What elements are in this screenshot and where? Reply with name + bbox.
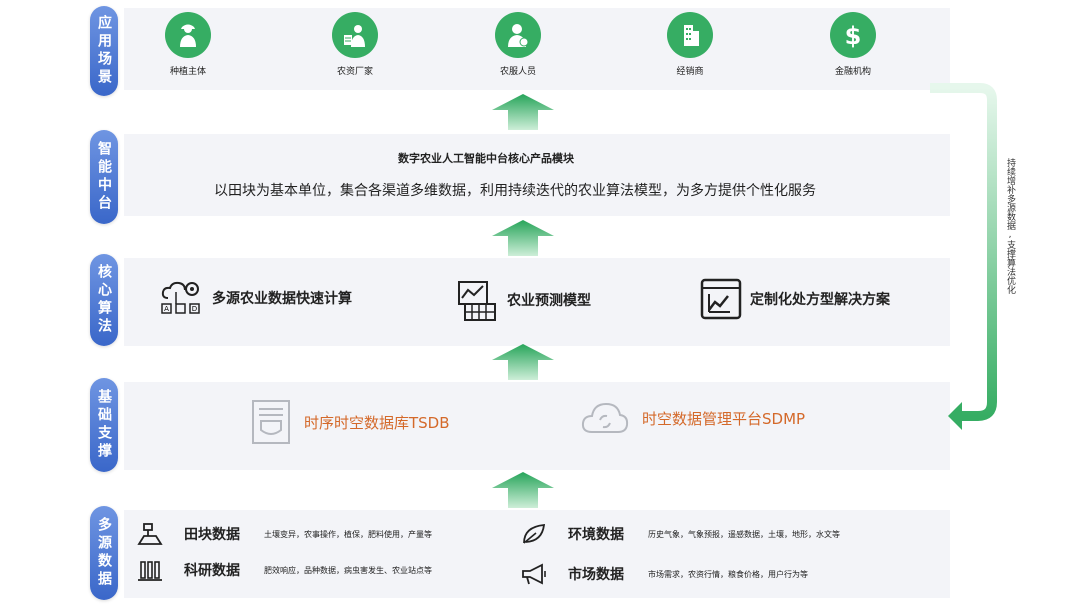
svg-text:D: D bbox=[192, 305, 197, 313]
data-compute-icon: A D bbox=[161, 281, 200, 314]
infrastructure-label: 时空数据管理平台SDMP bbox=[642, 409, 806, 428]
data-source-desc: 历史气象，气象预报，遥感数据，土壤，地形，水文等 bbox=[648, 529, 840, 539]
scenario-label: 农服人员 bbox=[499, 67, 536, 77]
data-source-item: 市场数据 市场需求，农资行情，粮食价格，用户行为等 bbox=[520, 562, 808, 586]
megaphone-icon bbox=[522, 563, 546, 585]
up-arrow bbox=[492, 220, 554, 256]
side-note: 持续增补多源数据,支撑算法优化 bbox=[1005, 158, 1015, 294]
layer-label-infrastructure: 基础支撑 bbox=[90, 378, 118, 472]
up-arrow bbox=[492, 472, 554, 508]
layer-label-application: 应用场景 bbox=[90, 6, 118, 96]
up-arrow bbox=[492, 94, 554, 130]
scenario-label: 种植主体 bbox=[169, 67, 206, 77]
database-icon bbox=[252, 400, 290, 444]
layer-label-core-algorithm: 核心算法 bbox=[90, 254, 118, 346]
scenario-label: 经销商 bbox=[676, 67, 704, 77]
svg-text:$: $ bbox=[845, 22, 862, 49]
scenario-item: 农服人员 bbox=[468, 12, 568, 77]
agri-supplier-icon bbox=[332, 12, 378, 58]
scenario-item: 种植主体 bbox=[138, 12, 238, 77]
data-source-item: 田块数据 土壤变异，农事操作，植保，肥料使用，产量等 bbox=[136, 522, 432, 546]
data-source-desc: 土壤变异，农事操作，植保，肥料使用，产量等 bbox=[264, 529, 432, 539]
infrastructure-item: 时序时空数据库TSDB bbox=[250, 398, 450, 446]
dollar-icon: $ bbox=[830, 12, 876, 58]
service-staff-icon bbox=[495, 12, 541, 58]
data-source-name: 田块数据 bbox=[184, 527, 240, 543]
data-source-item: 环境数据 历史气象，气象预报，遥感数据，土壤，地形，水文等 bbox=[520, 522, 840, 546]
infrastructure-item: 时空数据管理平台SDMP bbox=[580, 398, 805, 438]
leaf-icon bbox=[523, 523, 546, 544]
algorithm-label: 定制化处方型解决方案 bbox=[750, 292, 890, 308]
layer-label-multi-source: 多源数据 bbox=[90, 506, 118, 600]
scenario-label: 农资厂家 bbox=[336, 67, 373, 77]
lab-icon bbox=[138, 561, 162, 581]
data-source-name: 科研数据 bbox=[184, 563, 240, 579]
solution-chart-icon bbox=[700, 278, 742, 320]
cloud-sync-icon bbox=[581, 402, 629, 433]
algorithm-item: 定制化处方型解决方案 bbox=[700, 278, 890, 320]
farmer-icon bbox=[165, 12, 211, 58]
algorithm-item: 农业预测模型 bbox=[455, 278, 591, 322]
data-source-desc: 肥效响应，品种数据，病虫害发生、农业站点等 bbox=[264, 565, 432, 575]
scenario-item: $ 金融机构 bbox=[803, 12, 903, 77]
data-source-name: 市场数据 bbox=[568, 567, 624, 583]
svg-text:A: A bbox=[164, 305, 169, 313]
scenario-item: 经销商 bbox=[640, 12, 740, 77]
middle-platform-description: 以田块为基本单位，集合各渠道多维数据，利用持续迭代的农业算法模型，为多方提供个性… bbox=[214, 183, 816, 199]
prediction-model-icon bbox=[458, 281, 496, 321]
building-icon bbox=[667, 12, 713, 58]
data-source-name: 环境数据 bbox=[568, 527, 624, 543]
layer-label-middle-platform: 智能中台 bbox=[90, 130, 118, 224]
infrastructure-label: 时序时空数据库TSDB bbox=[304, 413, 450, 432]
scenario-item: 农资厂家 bbox=[305, 12, 405, 77]
field-icon bbox=[137, 523, 163, 545]
infrastructure-panel bbox=[124, 382, 950, 470]
scenario-label: 金融机构 bbox=[834, 67, 871, 77]
middle-platform-panel bbox=[124, 134, 950, 216]
up-arrow bbox=[492, 344, 554, 380]
algorithm-item: A D 多源农业数据快速计算 bbox=[158, 278, 352, 318]
data-source-item: 科研数据 肥效响应，品种数据，病虫害发生、农业站点等 bbox=[136, 558, 432, 582]
data-source-desc: 市场需求，农资行情，粮食价格，用户行为等 bbox=[648, 569, 808, 579]
feedback-arrow bbox=[930, 83, 997, 430]
middle-platform-title: 数字农业人工智能中台核心产品模块 bbox=[398, 152, 574, 165]
algorithm-label: 农业预测模型 bbox=[507, 293, 591, 309]
algorithm-label: 多源农业数据快速计算 bbox=[212, 291, 352, 307]
